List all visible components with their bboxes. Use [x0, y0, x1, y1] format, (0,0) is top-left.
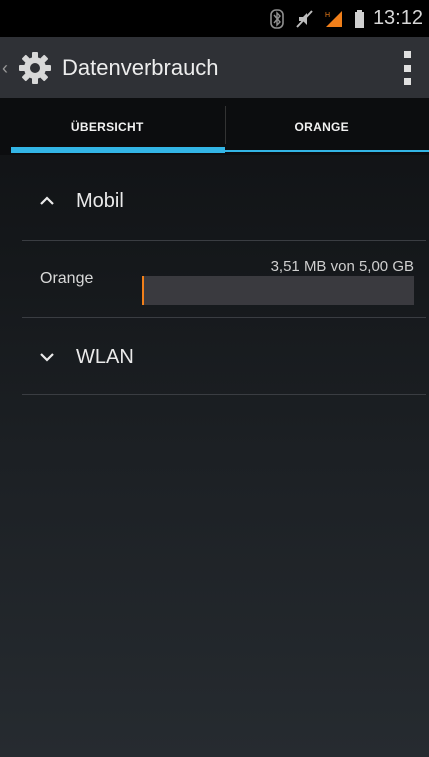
svg-text:H: H: [325, 12, 330, 19]
overflow-menu-icon[interactable]: [399, 51, 415, 85]
bluetooth-icon: [270, 8, 284, 29]
status-bar: H 13:12: [0, 0, 429, 37]
section-mobile-label: Mobil: [76, 189, 124, 212]
tab-bar: ÜBERSICHT ORANGE: [0, 98, 429, 155]
screen: H 13:12 ‹ Datenverbrauch ÜBERSICHT ORANG…: [0, 0, 429, 757]
section-mobile-header[interactable]: Mobil: [22, 180, 426, 222]
action-bar-title: Datenverbrauch: [62, 54, 219, 80]
battery-icon: [354, 9, 365, 29]
usage-text: 3,51 MB von 5,00 GB: [270, 258, 414, 275]
section-wlan-label: WLAN: [76, 345, 134, 368]
divider: [22, 317, 426, 318]
network-name: Orange: [40, 270, 94, 287]
chevron-up-icon: [40, 196, 54, 205]
section-wlan-header[interactable]: WLAN: [22, 336, 426, 378]
divider: [22, 394, 426, 395]
chevron-down-icon: [40, 353, 54, 362]
status-time: 13:12: [372, 7, 423, 29]
divider: [22, 240, 426, 241]
back-caret-icon[interactable]: ‹: [2, 59, 14, 77]
tab-active-indicator: [11, 147, 225, 153]
tab-divider: [225, 106, 226, 144]
tab-orange[interactable]: ORANGE: [215, 98, 429, 155]
action-bar: ‹ Datenverbrauch: [0, 37, 429, 98]
settings-gear-icon[interactable]: [16, 49, 54, 87]
mute-icon: [294, 9, 314, 29]
usage-bar-fill: [142, 276, 144, 305]
signal-icon: H: [324, 9, 344, 29]
tab-inactive-indicator: [225, 150, 429, 152]
usage-bar: [142, 276, 414, 305]
